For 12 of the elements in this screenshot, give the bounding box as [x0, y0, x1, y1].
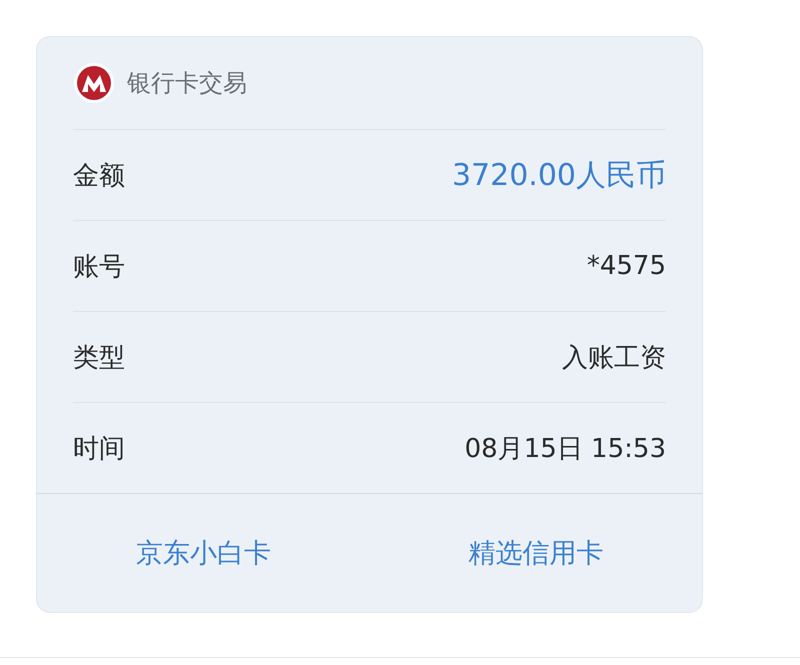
- field-value: *4575: [586, 251, 666, 281]
- field-label: 时间: [73, 432, 125, 466]
- field-label: 账号: [73, 250, 125, 284]
- field-value: 08月15日 15:53: [464, 432, 666, 466]
- field-value: 3720.00人民币: [452, 156, 666, 194]
- action-link[interactable]: 精选信用卡: [370, 494, 702, 612]
- action-link[interactable]: 京东小白卡: [37, 494, 370, 612]
- bank-logo-icon: [73, 62, 115, 104]
- field-value: 入账工资: [562, 342, 666, 374]
- field-label: 金额: [73, 160, 125, 192]
- field-label: 类型: [73, 342, 125, 374]
- card-title: 银行卡交易: [127, 68, 247, 99]
